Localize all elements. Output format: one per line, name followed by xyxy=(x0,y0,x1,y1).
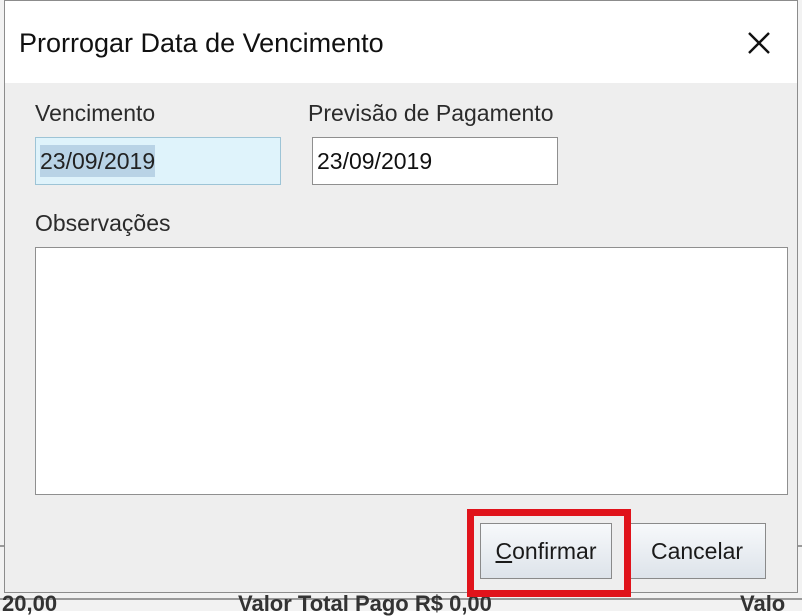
dialog-titlebar[interactable]: Prorrogar Data de Vencimento xyxy=(5,1,797,83)
confirm-mnemonic: C xyxy=(495,537,513,564)
cancel-button-label: Cancelar xyxy=(650,537,744,564)
vencimento-value: 23/09/2019 xyxy=(40,145,156,177)
confirm-label-rest: onfirmar xyxy=(512,537,597,564)
previsao-value: 23/09/2019 xyxy=(317,148,433,174)
vencimento-label: Vencimento xyxy=(35,100,156,126)
cancel-button[interactable]: Cancelar xyxy=(628,523,766,579)
confirm-button[interactable]: Confirmar xyxy=(480,523,612,579)
prorrogar-dialog: Prorrogar Data de Vencimento Vencimento … xyxy=(4,0,798,597)
dialog-title: Prorrogar Data de Vencimento xyxy=(19,28,384,58)
previsao-pagamento-field[interactable]: 23/09/2019 xyxy=(312,137,558,185)
background-footer-value: 20,00 xyxy=(2,591,58,616)
observacoes-label: Observações xyxy=(35,210,171,236)
observacoes-textarea[interactable] xyxy=(35,247,788,495)
background-footer-label: Valo xyxy=(740,591,786,616)
confirm-button-label: Confirmar xyxy=(496,538,597,564)
background-footer-total: Valor Total Pago R$ 0,00 xyxy=(238,591,492,616)
close-button[interactable] xyxy=(739,23,779,63)
vencimento-field[interactable]: 23/09/2019 xyxy=(35,137,281,185)
close-icon xyxy=(748,32,770,54)
previsao-label: Previsão de Pagamento xyxy=(308,100,554,126)
